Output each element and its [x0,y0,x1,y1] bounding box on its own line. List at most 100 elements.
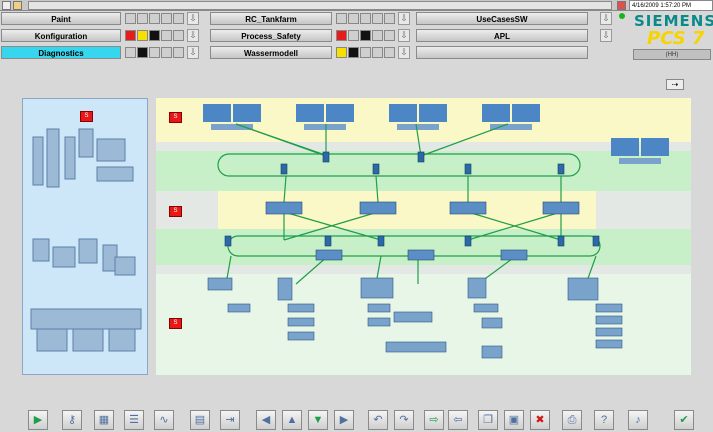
as-rack-icon[interactable] [315,249,343,261]
zoom-button[interactable]: ⇢ [666,79,684,90]
area-down-arrow-icon[interactable]: ⇩ [187,46,199,59]
network-switch-icon[interactable] [464,235,472,247]
area-button-usecasessw[interactable]: UseCasesSW [416,12,588,25]
alarm-indicator[interactable] [137,30,148,41]
field-device-icon[interactable] [595,315,623,325]
next-icon[interactable]: ⇨ [424,410,444,430]
message-line[interactable] [28,1,612,10]
network-switch-icon[interactable] [324,235,332,247]
alarm-indicator[interactable] [384,30,395,41]
alarm-indicator[interactable] [372,13,383,24]
prev-icon[interactable]: ⇦ [448,410,468,430]
grid-icon[interactable]: ▦ [94,410,114,430]
alarm-indicator[interactable] [161,47,172,58]
alarm-indicator[interactable] [348,30,359,41]
alarm-icon[interactable] [617,1,626,10]
alarm-indicator[interactable] [173,30,184,41]
os-pc-icon[interactable] [490,124,532,130]
server-icon[interactable] [265,201,303,215]
arrow-right-icon[interactable]: ▶ [334,410,354,430]
server-icon[interactable] [542,201,580,215]
area-button-wassermodell[interactable]: Wassermodell [210,46,332,59]
network-switch-icon[interactable] [557,235,565,247]
field-device-icon[interactable] [473,303,499,313]
alarm-indicator[interactable] [384,13,395,24]
field-device-icon[interactable] [360,277,394,299]
os-monitor-icon[interactable] [296,104,324,122]
network-switch-icon[interactable] [464,163,472,175]
field-device-icon[interactable] [595,327,623,337]
export-icon[interactable]: ⇥ [220,410,240,430]
os-monitor-icon[interactable] [203,104,231,122]
field-device-icon[interactable] [287,317,315,327]
field-device-icon[interactable] [481,317,503,329]
alarm-indicator[interactable] [161,13,172,24]
os-pc-icon[interactable] [304,124,346,130]
area-down-arrow-icon[interactable]: ⇩ [187,29,199,42]
field-device-icon[interactable] [467,277,487,299]
alarm-indicator[interactable] [149,47,160,58]
alarm-indicator[interactable] [348,13,359,24]
alarm-indicator[interactable] [125,30,136,41]
user-icon[interactable] [13,1,22,10]
key-icon[interactable]: ⚷ [62,410,82,430]
os-pc-icon[interactable] [397,124,439,130]
as-rack-icon[interactable] [407,249,435,261]
alarm-indicator[interactable] [336,47,347,58]
alarm-indicator[interactable] [336,13,347,24]
os-monitor-icon[interactable] [233,104,261,122]
os-pc-icon[interactable] [211,124,253,130]
delete-icon[interactable]: ✖ [530,410,550,430]
field-device-icon[interactable] [287,303,315,313]
os-monitor-icon[interactable] [419,104,447,122]
area-down-arrow-icon[interactable]: ⇩ [398,29,410,42]
network-switch-icon[interactable] [224,235,232,247]
network-switch-icon[interactable] [377,235,385,247]
network-switch-icon[interactable] [592,235,600,247]
field-device-icon[interactable] [481,345,503,359]
alarm-indicator[interactable] [137,13,148,24]
os-monitor-icon[interactable] [641,138,669,156]
area-down-arrow-icon[interactable]: ⇩ [600,12,612,25]
alarm-indicator[interactable] [372,47,383,58]
alarm-indicator[interactable] [149,13,160,24]
area-button-paint[interactable]: Paint [1,12,121,25]
field-device-icon[interactable] [595,339,623,349]
as-rack-icon[interactable] [500,249,528,261]
undo-icon[interactable]: ↶ [368,410,388,430]
area-down-arrow-icon[interactable]: ⇩ [187,12,199,25]
alarm-indicator[interactable] [360,47,371,58]
help-icon[interactable]: ? [594,410,614,430]
area-button-apl[interactable]: APL [416,29,588,42]
area-down-arrow-icon[interactable]: ⇩ [600,29,612,42]
os-monitor-icon[interactable] [389,104,417,122]
ack-icon[interactable]: ✔ [674,410,694,430]
user-field[interactable]: (HH) [633,49,711,60]
network-switch-icon[interactable] [557,163,565,175]
area-button-process-safety[interactable]: Process_Safety [210,29,332,42]
field-device-icon[interactable] [277,277,293,301]
field-device-icon[interactable] [393,311,433,323]
field-device-icon[interactable] [367,317,391,327]
network-switch-icon[interactable] [280,163,288,175]
alarm-indicator[interactable] [348,47,359,58]
alarm-indicator[interactable] [360,30,371,41]
area-down-arrow-icon[interactable]: ⇩ [398,46,410,59]
print-icon[interactable]: ⎙ [562,410,582,430]
alarm-indicator[interactable] [336,30,347,41]
field-device-icon[interactable] [367,303,391,313]
alarm-indicator[interactable] [125,47,136,58]
field-device-icon[interactable] [385,341,447,353]
list-icon[interactable]: ☰ [124,410,144,430]
os-monitor-icon[interactable] [482,104,510,122]
area-button-empty[interactable] [416,46,588,59]
alarm-indicator[interactable] [161,30,172,41]
trend-icon[interactable]: ∿ [154,410,174,430]
alarm-indicator[interactable] [173,13,184,24]
copy-icon[interactable]: ❐ [478,410,498,430]
network-switch-icon[interactable] [417,151,425,163]
field-device-icon[interactable] [567,277,599,301]
save-icon[interactable]: ▣ [504,410,524,430]
alarm-indicator[interactable] [173,47,184,58]
network-switch-icon[interactable] [372,163,380,175]
